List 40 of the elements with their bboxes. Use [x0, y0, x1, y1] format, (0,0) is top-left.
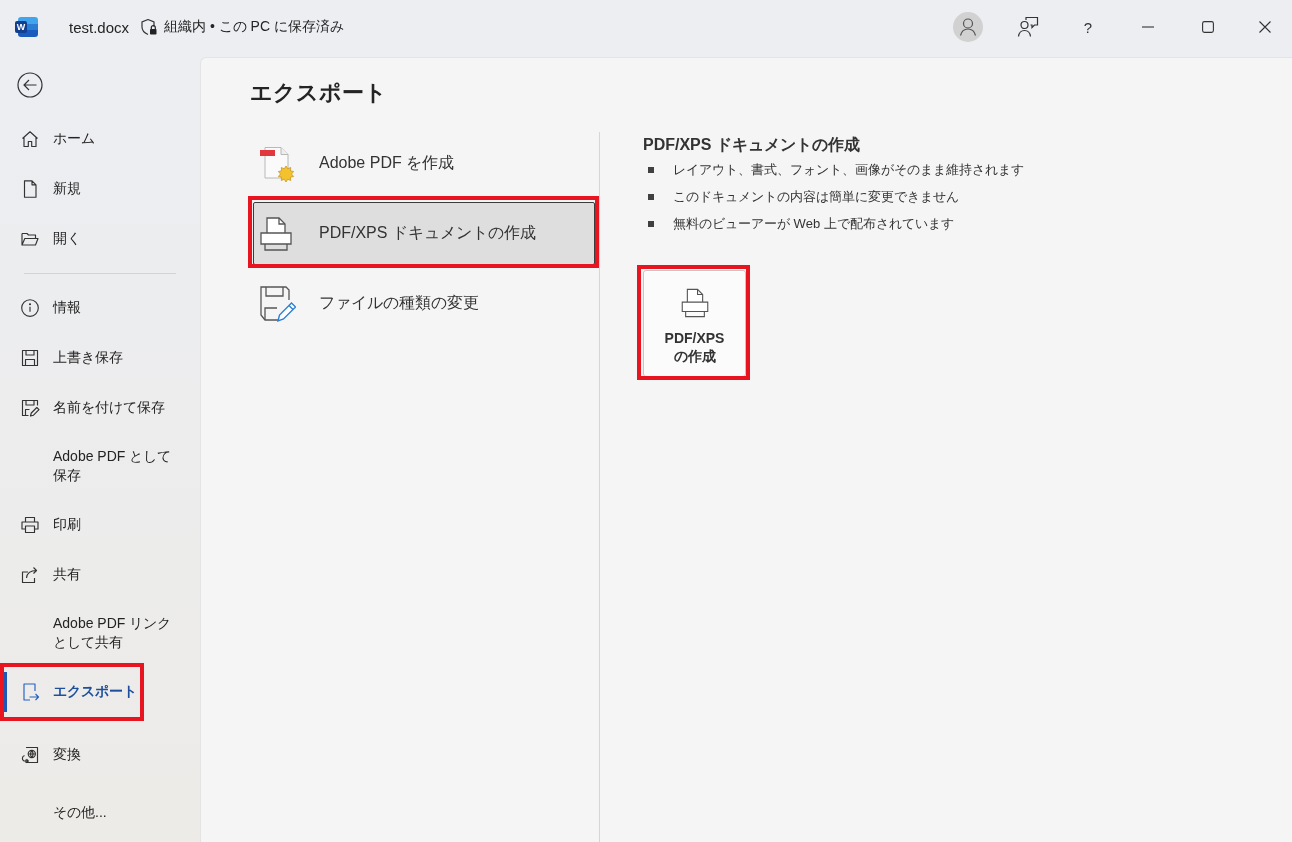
export-option[interactable]: Adobe PDF を作成: [253, 132, 595, 195]
feedback-icon[interactable]: [1017, 16, 1039, 38]
info-icon: [20, 297, 40, 318]
page-globe-icon: [20, 744, 40, 765]
sidebar-item[interactable]: ホーム: [4, 114, 198, 164]
sidebar-item[interactable]: 変換: [4, 726, 198, 784]
sidebar-item[interactable]: 新規: [4, 164, 198, 214]
page-title: エクスポート: [250, 80, 388, 106]
shield-lock-icon: [140, 18, 159, 36]
page-arrow-icon: [20, 681, 40, 702]
avatar-icon[interactable]: [953, 12, 983, 42]
app-logo: W: [18, 17, 38, 37]
sidebar-item[interactable]: Adobe PDF として保存: [4, 433, 198, 500]
help-button[interactable]: ?: [1079, 18, 1097, 36]
sidebar-item[interactable]: Adobe PDF リンクとして共有: [4, 600, 198, 667]
home-icon: [20, 128, 40, 149]
save-status: 組織内 • この PC に保存済み: [164, 18, 344, 36]
sidebar-item[interactable]: 上書き保存: [4, 333, 198, 383]
bullet-text: レイアウト、書式、フォント、画像がそのまま維持されます: [673, 161, 1024, 179]
section-heading: PDF/XPS ドキュメントの作成: [643, 135, 861, 155]
sidebar-item[interactable]: 共有: [4, 550, 198, 600]
bullet-square-icon: [648, 220, 654, 227]
sidebar-item[interactable]: その他...: [4, 784, 198, 842]
export-option[interactable]: ファイルの種類の変更: [253, 272, 595, 335]
bullet-square-icon: [648, 193, 654, 200]
floppy-pencil-icon: [20, 397, 40, 418]
sidebar-item[interactable]: 情報: [4, 283, 198, 333]
bullet-text: 無料のビューアーが Web 上で配布されています: [673, 215, 954, 233]
sidebar-item[interactable]: 開く: [4, 214, 198, 264]
sidebar-item[interactable]: 印刷: [4, 500, 198, 550]
printer-icon: [20, 514, 40, 535]
export-option[interactable]: PDF/XPS ドキュメントの作成: [253, 202, 595, 265]
create-pdf-xps-button[interactable]: PDF/XPS の作成: [643, 270, 746, 377]
close-icon[interactable]: [1259, 21, 1271, 33]
maximize-icon[interactable]: [1202, 21, 1214, 33]
share-icon: [20, 564, 40, 585]
bullet-square-icon: [648, 166, 654, 173]
bullet-text: このドキュメントの内容は簡単に変更できません: [673, 188, 959, 206]
document-name: test.docx: [69, 18, 130, 36]
sidebar-item[interactable]: 名前を付けて保存: [4, 383, 198, 433]
